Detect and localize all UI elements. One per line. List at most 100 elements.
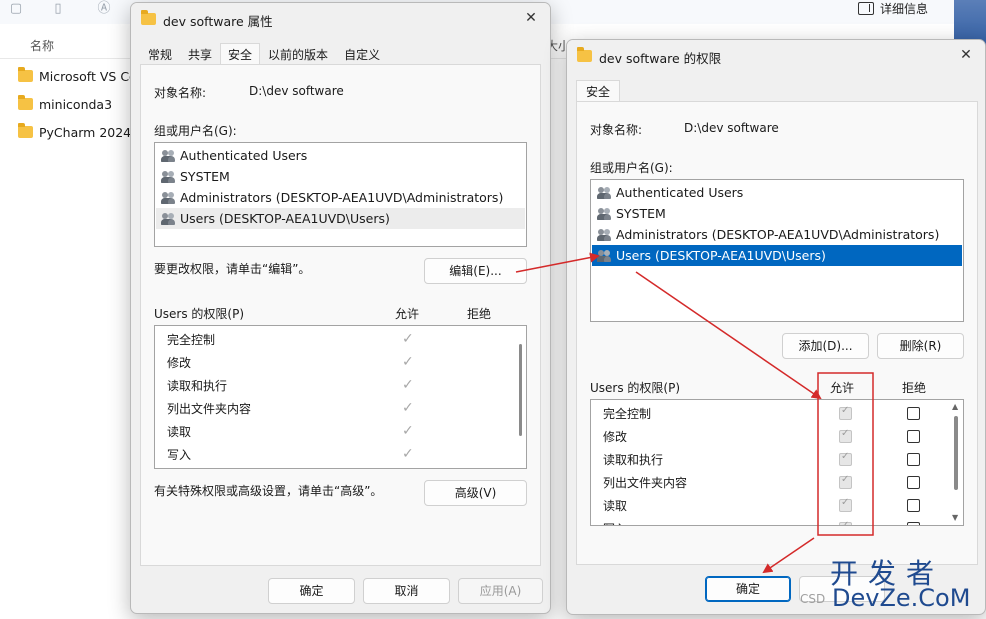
tab-security[interactable]: 安全 <box>576 80 621 102</box>
tab-security[interactable]: 安全 <box>220 43 261 65</box>
deny-column-label: 拒绝 <box>902 381 927 395</box>
dialog-title: dev software 属性 <box>163 14 273 29</box>
allow-checkbox[interactable] <box>839 497 852 512</box>
folder-icon <box>18 123 33 138</box>
file-row[interactable]: Microsoft VS Co <box>18 65 137 87</box>
deny-checkbox[interactable] <box>907 499 920 512</box>
dialog-title: dev software 的权限 <box>599 51 722 66</box>
tab-previous-versions[interactable]: 以前的版本 <box>260 43 336 65</box>
tab-general[interactable]: 常规 <box>140 43 180 65</box>
allow-check-icon: ✓ <box>402 423 414 439</box>
add-button[interactable]: 添加(D)... <box>782 333 869 359</box>
permissions-table: 完全控制 修改 读取和执行 列出文件夹内容 读取 写入 <box>590 399 964 526</box>
column-header-name[interactable]: 名称 <box>30 37 54 54</box>
list-item[interactable]: SYSTEM <box>592 203 962 224</box>
permissions-tabs: 安全 <box>576 80 621 102</box>
allow-column-label: 允许 <box>830 381 855 395</box>
table-row: 读取 ✓ <box>155 420 526 443</box>
user-name: SYSTEM <box>616 206 666 221</box>
user-list[interactable]: Authenticated Users SYSTEM Administrator… <box>590 179 964 322</box>
ok-button[interactable]: 确定 <box>268 578 355 604</box>
edit-button[interactable]: 编辑(E)... <box>424 258 527 284</box>
list-item[interactable]: Administrators (DESKTOP-AEA1UVD\Administ… <box>592 224 962 245</box>
users-icon <box>161 191 177 205</box>
scrollbar[interactable]: ▲ ▼ <box>949 400 963 525</box>
scroll-up-icon[interactable]: ▲ <box>952 402 958 411</box>
permissions-dialog: dev software 的权限 ✕ 安全 对象名称: D:\dev softw… <box>566 39 986 615</box>
details-label: 详细信息 <box>880 1 929 16</box>
close-icon[interactable]: ✕ <box>522 9 540 27</box>
properties-titlebar[interactable]: dev software 属性 ✕ <box>131 3 550 35</box>
table-row: 列出文件夹内容 <box>591 471 963 494</box>
deny-checkbox[interactable] <box>907 407 920 420</box>
user-name: Administrators (DESKTOP-AEA1UVD\Administ… <box>180 190 504 205</box>
advanced-hint: 有关特殊权限或高级设置，请单击“高级”。 <box>154 484 383 498</box>
scroll-down-icon[interactable]: ▼ <box>952 513 958 522</box>
details-button[interactable]: 详细信息 <box>858 0 928 17</box>
allow-checkbox[interactable] <box>839 451 852 466</box>
users-icon <box>597 207 613 221</box>
users-icon <box>597 249 613 263</box>
remove-button[interactable]: 删除(R) <box>877 333 964 359</box>
permission-name: 读取和执行 <box>603 453 664 467</box>
allow-check-icon: ✓ <box>402 400 414 416</box>
rename-icon[interactable]: Ⓐ <box>96 1 112 17</box>
deny-checkbox[interactable] <box>907 430 920 443</box>
allow-check-icon: ✓ <box>402 331 414 347</box>
object-name-value: D:\dev software <box>684 121 779 135</box>
folder-icon <box>141 10 156 25</box>
list-item[interactable]: Authenticated Users <box>592 182 962 203</box>
cancel-button[interactable]: 取消 <box>363 578 450 604</box>
apply-button[interactable]: 应用(A) <box>458 578 543 604</box>
permissions-title: Users 的权限(P) <box>154 307 245 321</box>
advanced-button[interactable]: 高级(V) <box>424 480 527 506</box>
permissions-title: Users 的权限(P) <box>590 381 681 395</box>
object-name-value: D:\dev software <box>249 84 344 98</box>
close-icon[interactable]: ✕ <box>957 46 975 64</box>
devze-watermark: 开发者 DevZe.CoM <box>830 552 982 616</box>
csdn-watermark: CSD <box>800 592 826 606</box>
deny-column-label: 拒绝 <box>467 307 492 321</box>
group-or-user-label: 组或用户名(G): <box>590 161 673 175</box>
deny-checkbox[interactable] <box>907 476 920 489</box>
deny-checkbox[interactable] <box>907 522 920 525</box>
list-item[interactable]: Authenticated Users <box>156 145 525 166</box>
file-row[interactable]: PyCharm 2024.2 <box>18 121 143 143</box>
table-row: 写入 ✓ <box>155 443 526 466</box>
list-item-selected[interactable]: Users (DESKTOP-AEA1UVD\Users) <box>592 245 962 266</box>
users-icon <box>161 170 177 184</box>
permission-name: 修改 <box>603 430 628 444</box>
allow-checkbox[interactable] <box>839 405 852 420</box>
allow-checkbox[interactable] <box>839 474 852 489</box>
list-item[interactable]: Administrators (DESKTOP-AEA1UVD\Administ… <box>156 187 525 208</box>
tab-sharing[interactable]: 共享 <box>180 43 220 65</box>
list-item[interactable]: Users (DESKTOP-AEA1UVD\Users) <box>156 208 525 229</box>
table-row: 修改 <box>591 425 963 448</box>
allow-check-icon: ✓ <box>402 354 414 370</box>
deny-checkbox[interactable] <box>907 453 920 466</box>
details-pane-icon <box>858 1 874 15</box>
scrollbar-thumb[interactable] <box>519 344 522 436</box>
table-row: 读取 <box>591 494 963 517</box>
user-name: Administrators (DESKTOP-AEA1UVD\Administ… <box>616 227 940 242</box>
permission-name: 完全控制 <box>603 407 652 421</box>
scrollbar-thumb[interactable] <box>954 416 958 490</box>
group-or-user-label: 组或用户名(G): <box>154 124 237 138</box>
users-icon <box>161 212 177 226</box>
copy-icon[interactable]: ▢ <box>8 1 24 17</box>
file-name: PyCharm 2024.2 <box>39 124 144 140</box>
table-row: 修改 ✓ <box>155 351 526 374</box>
allow-checkbox[interactable] <box>839 428 852 443</box>
ok-button[interactable]: 确定 <box>705 576 791 602</box>
file-name: Microsoft VS Co <box>39 68 137 84</box>
permissions-titlebar[interactable]: dev software 的权限 ✕ <box>567 40 985 72</box>
tab-customize[interactable]: 自定义 <box>336 43 388 65</box>
table-row: 读取和执行 <box>591 448 963 471</box>
scrollbar[interactable] <box>519 344 522 436</box>
properties-tabs: 常规 共享 安全 以前的版本 自定义 <box>140 43 388 65</box>
file-row[interactable]: miniconda3 <box>18 93 112 115</box>
list-item[interactable]: SYSTEM <box>156 166 525 187</box>
paste-icon[interactable]: ▯ <box>50 1 66 17</box>
allow-checkbox[interactable] <box>839 520 852 525</box>
user-list[interactable]: Authenticated Users SYSTEM Administrator… <box>154 142 527 247</box>
